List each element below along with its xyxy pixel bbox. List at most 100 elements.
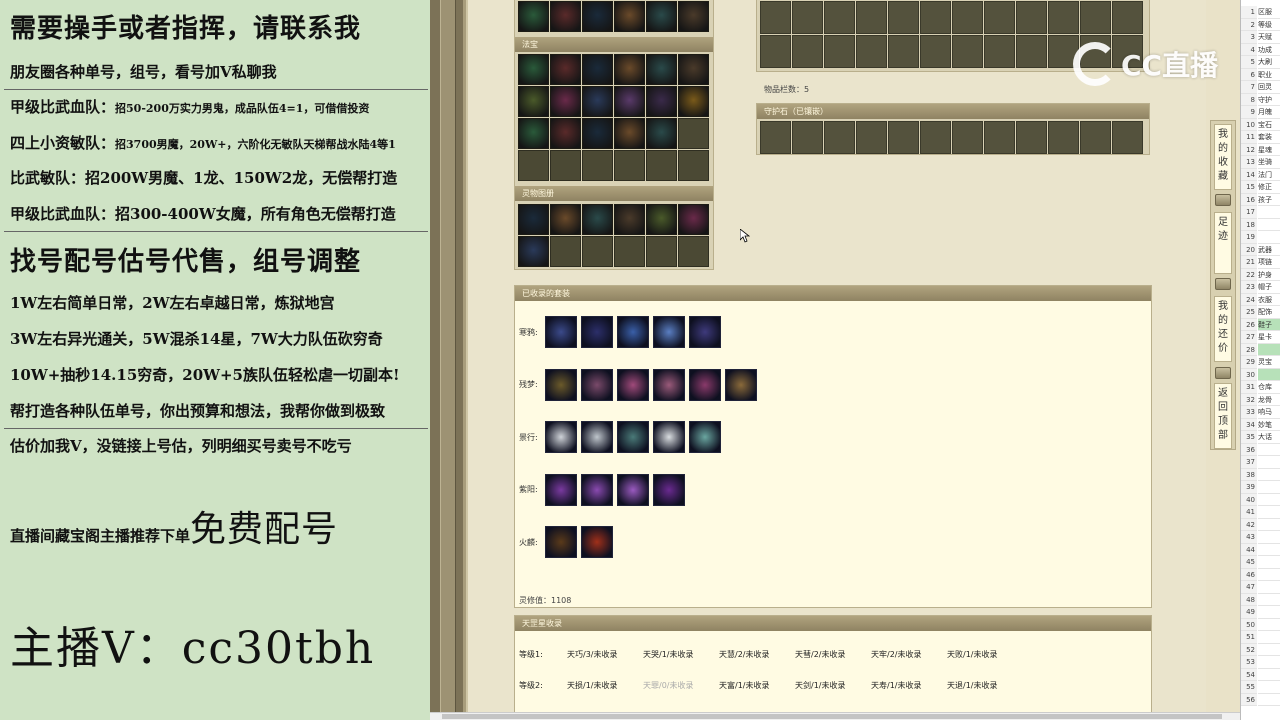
sheet-cell[interactable]: 套装	[1258, 131, 1280, 144]
pet-item-slot[interactable]	[518, 204, 549, 235]
sheet-cell[interactable]: 职业	[1258, 69, 1280, 81]
sheet-cell[interactable]: 护身	[1258, 269, 1280, 281]
sheet-cell[interactable]	[1258, 494, 1280, 506]
sheet-cell[interactable]: 仓库	[1258, 381, 1280, 394]
side-nav-bargain-button[interactable]: 我的还价	[1214, 296, 1232, 362]
empty-slot[interactable]	[550, 150, 581, 181]
sheet-cell[interactable]: 帽子	[1258, 281, 1280, 294]
side-nav-favorites-button[interactable]: 我的收藏	[1214, 124, 1232, 190]
sheet-cell[interactable]	[1258, 219, 1280, 231]
empty-slot[interactable]	[920, 35, 951, 68]
set-piece-icon[interactable]	[545, 526, 577, 558]
empty-slot[interactable]	[1016, 121, 1047, 154]
sheet-cell[interactable]: 大刷	[1258, 56, 1280, 69]
sheet-cell[interactable]: 区服	[1258, 6, 1280, 19]
fabao-item-slot[interactable]	[550, 118, 581, 149]
scrollbar-thumb[interactable]	[442, 714, 1222, 719]
sheet-cell[interactable]	[1258, 544, 1280, 556]
fabao-item-slot[interactable]	[550, 86, 581, 117]
sheet-cell[interactable]	[1258, 368, 1280, 381]
fabao-item-slot[interactable]	[646, 118, 677, 149]
empty-slot[interactable]	[646, 236, 677, 267]
set-piece-icon[interactable]	[581, 473, 613, 506]
equipment-item-slot[interactable]	[614, 1, 645, 32]
empty-slot[interactable]	[952, 35, 983, 68]
sheet-cell[interactable]	[1258, 481, 1280, 494]
pet-item-slot[interactable]	[678, 204, 709, 235]
set-piece-icon[interactable]	[689, 316, 721, 348]
empty-slot[interactable]	[792, 35, 823, 68]
sheet-cell[interactable]	[1258, 619, 1280, 631]
sheet-cell[interactable]: 法门	[1258, 169, 1280, 181]
empty-slot[interactable]	[582, 150, 613, 181]
sheet-cell[interactable]	[1258, 594, 1280, 606]
sheet-cell[interactable]: 鞋子	[1258, 318, 1280, 331]
empty-slot[interactable]	[678, 236, 709, 267]
fabao-item-slot[interactable]	[582, 118, 613, 149]
sheet-cell[interactable]	[1258, 581, 1280, 594]
fabao-item-slot[interactable]	[614, 86, 645, 117]
pet-item-slot[interactable]	[518, 236, 549, 267]
empty-slot[interactable]	[1112, 121, 1143, 154]
empty-slot[interactable]	[920, 1, 951, 34]
fabao-item-slot[interactable]	[646, 86, 677, 117]
set-piece-icon[interactable]	[689, 368, 721, 401]
fabao-item-slot[interactable]	[582, 54, 613, 85]
empty-slot[interactable]	[920, 121, 951, 154]
sheet-cell[interactable]: 回灵	[1258, 81, 1280, 94]
empty-slot[interactable]	[1112, 1, 1143, 34]
sheet-cell[interactable]	[1258, 531, 1280, 544]
sheet-cell[interactable]: 项链	[1258, 256, 1280, 269]
set-piece-icon[interactable]	[545, 421, 577, 453]
empty-slot[interactable]	[856, 121, 887, 154]
sheet-cell[interactable]	[1258, 343, 1280, 356]
sheet-cell[interactable]: 配饰	[1258, 306, 1280, 319]
sheet-cell[interactable]: 星卡	[1258, 331, 1280, 344]
empty-slot[interactable]	[888, 121, 919, 154]
horizontal-scrollbar[interactable]	[430, 712, 1240, 720]
pet-item-slot[interactable]	[550, 204, 581, 235]
sheet-cell[interactable]: 等级	[1258, 19, 1280, 31]
empty-slot[interactable]	[1016, 35, 1047, 68]
side-nav-footprint-button[interactable]: 足迹	[1214, 212, 1232, 274]
empty-slot[interactable]	[614, 236, 645, 267]
empty-slot[interactable]	[856, 35, 887, 68]
set-piece-icon[interactable]	[581, 526, 613, 558]
set-piece-icon[interactable]	[725, 368, 757, 401]
fabao-item-slot[interactable]	[582, 86, 613, 117]
sheet-cell[interactable]: 响马	[1258, 406, 1280, 419]
empty-slot[interactable]	[952, 1, 983, 34]
sheet-cell[interactable]	[1258, 569, 1280, 581]
empty-slot[interactable]	[824, 121, 855, 154]
fabao-item-slot[interactable]	[646, 54, 677, 85]
empty-slot[interactable]	[1048, 1, 1079, 34]
sheet-cell[interactable]: 宝石	[1258, 119, 1280, 131]
sheet-cell[interactable]	[1258, 694, 1280, 706]
equipment-item-slot[interactable]	[678, 1, 709, 32]
set-piece-icon[interactable]	[689, 421, 721, 453]
empty-slot[interactable]	[1016, 1, 1047, 34]
sheet-cell[interactable]	[1258, 206, 1280, 219]
equipment-item-slot[interactable]	[582, 1, 613, 32]
equipment-item-slot[interactable]	[646, 1, 677, 32]
equipment-item-slot[interactable]	[518, 1, 549, 32]
sheet-cell[interactable]: 大话	[1258, 431, 1280, 444]
sheet-cell[interactable]: 坐骑	[1258, 156, 1280, 169]
set-piece-icon[interactable]	[653, 421, 685, 453]
sheet-cell[interactable]: 武器	[1258, 244, 1280, 256]
set-piece-icon[interactable]	[581, 368, 613, 401]
empty-slot[interactable]	[952, 121, 983, 154]
empty-slot[interactable]	[678, 150, 709, 181]
empty-slot[interactable]	[792, 121, 823, 154]
pet-item-slot[interactable]	[582, 204, 613, 235]
set-piece-icon[interactable]	[581, 421, 613, 453]
empty-slot[interactable]	[1080, 1, 1111, 34]
set-piece-icon[interactable]	[653, 473, 685, 506]
empty-slot[interactable]	[582, 236, 613, 267]
empty-slot[interactable]	[984, 35, 1015, 68]
fabao-item-slot[interactable]	[678, 54, 709, 85]
set-piece-icon[interactable]	[617, 316, 649, 348]
sheet-cell[interactable]: 守护	[1258, 94, 1280, 106]
sheet-cell[interactable]: 灵宝	[1258, 356, 1280, 369]
pet-item-slot[interactable]	[614, 204, 645, 235]
